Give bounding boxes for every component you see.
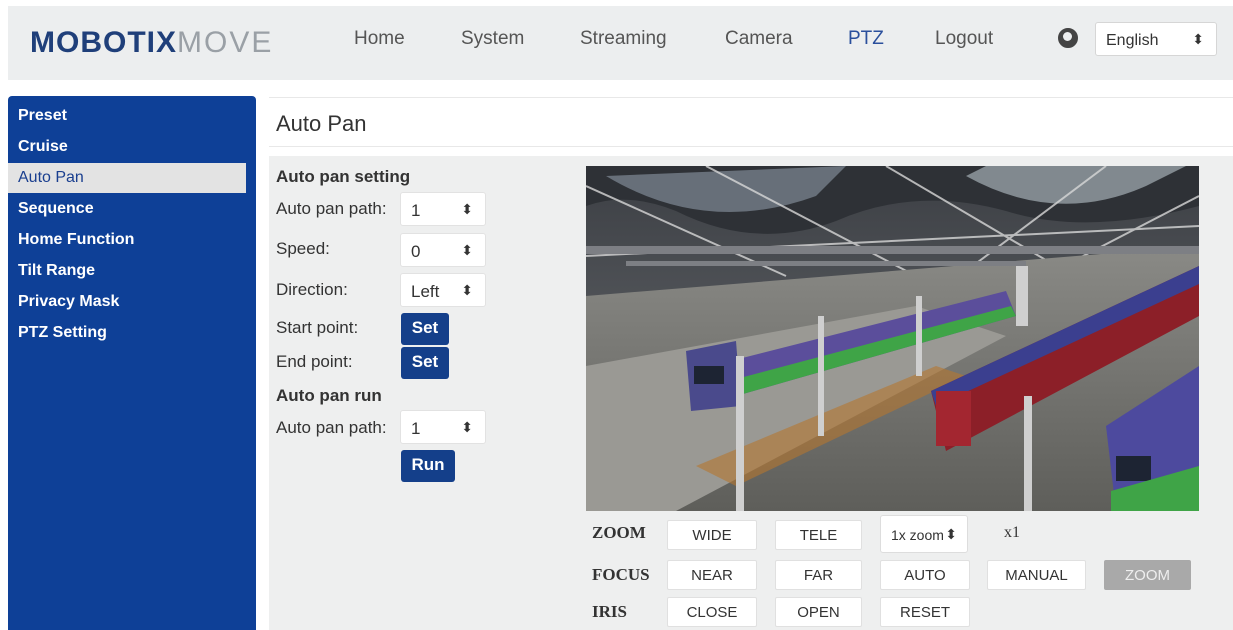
sidebar-item-privacy-mask[interactable]: Privacy Mask [8, 287, 246, 317]
page-title-bar: Auto Pan [269, 97, 1233, 147]
iris-reset-button[interactable]: RESET [880, 597, 970, 627]
run-path-value: 1 [411, 419, 421, 438]
auto-pan-setting-heading: Auto pan setting [276, 167, 411, 186]
zoom-label: ZOOM [592, 523, 646, 542]
camera-live-view[interactable] [586, 166, 1199, 511]
run-button[interactable]: Run [401, 450, 455, 482]
speed-label: Speed: [276, 239, 330, 258]
brand-logo-primary: MOBOTIX [30, 26, 177, 59]
focus-manual-button[interactable]: MANUAL [987, 560, 1086, 590]
globe-icon [1058, 28, 1078, 48]
run-path-select[interactable]: 1 ⬍ [400, 410, 486, 444]
iris-open-button[interactable]: OPEN [775, 597, 862, 627]
speed-select[interactable]: 0 ⬍ [400, 233, 486, 267]
start-point-set-button[interactable]: Set [401, 313, 449, 345]
focus-auto-button[interactable]: AUTO [880, 560, 970, 590]
auto-pan-path-select[interactable]: 1 ⬍ [400, 192, 486, 226]
sidebar-item-ptz-setting[interactable]: PTZ Setting [8, 318, 246, 348]
run-path-label: Auto pan path: [276, 418, 387, 437]
focus-near-button[interactable]: NEAR [667, 560, 757, 590]
language-select-value: English [1106, 32, 1159, 49]
nav-logout[interactable]: Logout [935, 28, 993, 50]
focus-zoom-button[interactable]: ZOOM [1104, 560, 1191, 590]
brand-logo[interactable]: MOBOTIXMOVE [30, 26, 273, 60]
auto-pan-path-label: Auto pan path: [276, 199, 387, 218]
zoom-level-select[interactable]: 1x zoom ⬍ [880, 515, 968, 553]
auto-pan-path-value: 1 [411, 201, 421, 220]
brand-logo-secondary: MOVE [177, 26, 274, 59]
direction-value: Left [411, 282, 440, 301]
focus-label: FOCUS [592, 565, 650, 584]
updown-arrow-icon: ⬍ [461, 201, 473, 217]
sidebar-item-sequence[interactable]: Sequence [8, 194, 246, 224]
zoom-tele-button[interactable]: TELE [775, 520, 862, 550]
end-point-label: End point: [276, 352, 353, 371]
language-select[interactable]: English ⬍ [1095, 22, 1217, 56]
direction-select[interactable]: Left ⬍ [400, 273, 486, 307]
sidebar-item-home-function[interactable]: Home Function [8, 225, 246, 255]
updown-arrow-icon: ⬍ [461, 242, 473, 258]
camera-image [586, 166, 1199, 511]
focus-far-button[interactable]: FAR [775, 560, 862, 590]
sidebar-item-cruise[interactable]: Cruise [8, 132, 246, 162]
nav-streaming[interactable]: Streaming [580, 28, 667, 50]
updown-arrow-icon: ⬍ [461, 282, 473, 298]
nav-camera[interactable]: Camera [725, 28, 793, 50]
nav-home[interactable]: Home [354, 28, 405, 50]
iris-label: IRIS [592, 602, 627, 621]
updown-arrow-icon: ⬍ [943, 526, 957, 543]
direction-label: Direction: [276, 280, 348, 299]
start-point-label: Start point: [276, 318, 359, 337]
sidebar-item-auto-pan[interactable]: Auto Pan [8, 163, 246, 193]
nav-system[interactable]: System [461, 28, 524, 50]
zoom-wide-button[interactable]: WIDE [667, 520, 757, 550]
sidebar-item-tilt-range[interactable]: Tilt Range [8, 256, 246, 286]
updown-arrow-icon: ⬍ [461, 419, 473, 435]
updown-arrow-icon: ⬍ [1192, 31, 1204, 47]
zoom-level-select-value: 1x zoom [891, 527, 944, 543]
end-point-set-button[interactable]: Set [401, 347, 449, 379]
nav-ptz[interactable]: PTZ [848, 28, 884, 50]
auto-pan-run-heading: Auto pan run [276, 386, 382, 405]
iris-close-button[interactable]: CLOSE [667, 597, 757, 627]
zoom-value: x1 [1004, 524, 1020, 541]
sidebar-item-preset[interactable]: Preset [8, 101, 246, 131]
page-title: Auto Pan [276, 111, 367, 136]
speed-value: 0 [411, 242, 421, 261]
